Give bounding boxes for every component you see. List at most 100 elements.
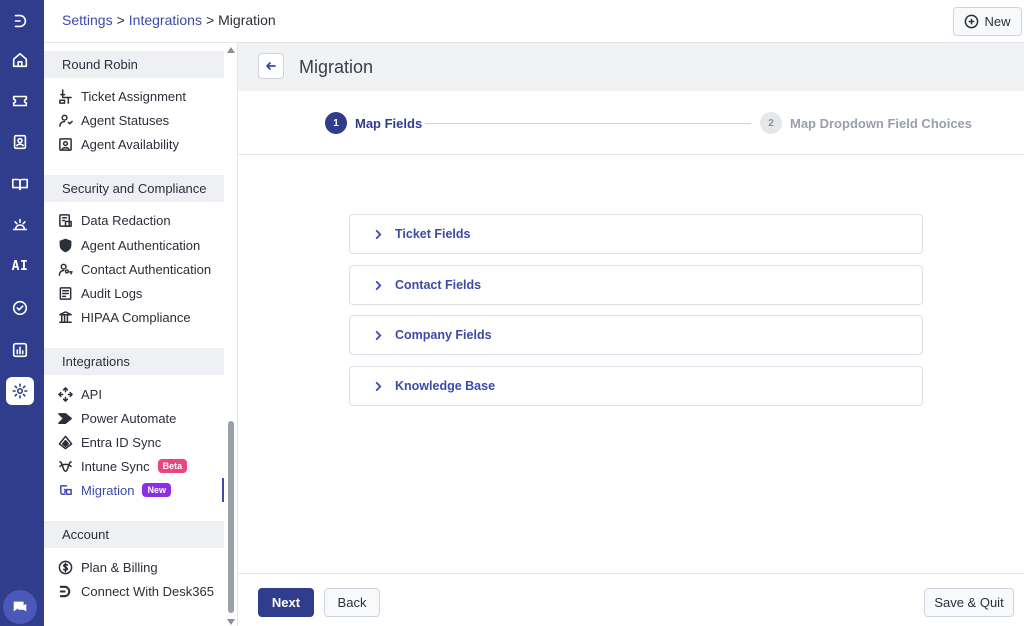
icon-rail: AI <box>0 0 44 626</box>
sidebar-item-label: Connect With Desk365 <box>81 583 214 599</box>
sidebar-item-plan-billing[interactable]: Plan & Billing <box>58 556 228 578</box>
footer-bar: Next Back Save & Quit <box>238 573 1024 626</box>
step-label: Map Dropdown Field Choices <box>790 115 973 131</box>
active-item-indicator <box>222 478 224 502</box>
survey-icon[interactable] <box>6 211 34 239</box>
chat-support-icon[interactable] <box>3 590 37 624</box>
sidebar-item-migration[interactable]: Migration New <box>58 479 228 501</box>
step-map-fields[interactable]: 1 Map Fields <box>325 112 422 134</box>
breadcrumb-separator: > <box>205 12 215 28</box>
settings-gear-icon[interactable] <box>6 377 34 405</box>
accordion-knowledge-base[interactable]: Knowledge Base <box>349 366 923 406</box>
sidebar-item-label: Contact Authentication <box>81 261 212 277</box>
chevron-right-icon <box>375 381 382 391</box>
contacts-icon[interactable] <box>6 128 34 156</box>
sidebar-item-intune-sync[interactable]: Intune Sync Beta <box>58 455 228 477</box>
top-bar: Settings > Integrations > Migration New <box>44 0 1024 43</box>
sidebar-item-label: Agent Statuses <box>81 112 170 128</box>
power-automate-icon <box>58 412 72 424</box>
chevron-right-icon <box>375 330 382 340</box>
breadcrumb-settings[interactable]: Settings <box>62 12 113 28</box>
scroll-down-arrow-icon[interactable] <box>227 619 235 625</box>
sidebar-item-api[interactable]: API <box>58 383 228 405</box>
sidebar-item-connect-desk365[interactable]: Connect With Desk365 <box>58 580 228 602</box>
sidebar-item-hipaa-compliance[interactable]: HIPAA Compliance <box>58 306 228 328</box>
sidebar-item-label: Data Redaction <box>81 212 171 228</box>
sidebar-item-entra-id-sync[interactable]: Entra ID Sync <box>58 431 228 453</box>
accordion-company-fields[interactable]: Company Fields <box>349 315 923 355</box>
shield-icon <box>59 238 72 252</box>
accordion-label: Knowledge Base <box>395 379 496 393</box>
accordion-label: Contact Fields <box>395 278 482 292</box>
institution-icon <box>59 310 72 323</box>
entra-icon <box>58 435 73 449</box>
sidebar-item-data-redaction[interactable]: Data Redaction <box>58 209 228 231</box>
tasks-icon[interactable] <box>6 294 34 322</box>
accordion-contact-fields[interactable]: Contact Fields <box>349 265 923 305</box>
new-button-label: New <box>984 14 1011 29</box>
migration-stepper: 1 Map Fields 2 Map Dropdown Field Choice… <box>238 91 1024 155</box>
reports-icon[interactable] <box>6 336 34 364</box>
ticket-icon[interactable] <box>6 87 34 115</box>
user-key-icon <box>58 263 73 276</box>
desk365-logo-icon <box>59 585 71 597</box>
accordion-label: Ticket Fields <box>395 227 471 241</box>
dollar-icon <box>58 560 73 574</box>
sidebar-item-label: API <box>81 386 102 402</box>
audit-log-icon <box>59 286 72 300</box>
sidebar-item-label: Entra ID Sync <box>81 434 162 450</box>
new-button[interactable]: New <box>953 7 1022 36</box>
step-connector <box>425 123 751 124</box>
sidebar-item-power-automate[interactable]: Power Automate <box>58 407 228 429</box>
sidebar-item-label: Agent Availability <box>81 136 180 152</box>
section-header-round-robin: Round Robin <box>44 51 224 78</box>
sidebar-scrollbar[interactable] <box>227 47 235 625</box>
save-quit-button[interactable]: Save & Quit <box>924 588 1014 617</box>
accordion-label: Company Fields <box>395 328 492 342</box>
ai-icon[interactable]: AI <box>6 252 34 280</box>
back-button[interactable]: Back <box>324 588 380 617</box>
sidebar-item-label: Agent Authentication <box>81 237 201 253</box>
agent-status-icon <box>59 114 73 127</box>
accordion-ticket-fields[interactable]: Ticket Fields <box>349 214 923 254</box>
step-map-dropdown-choices[interactable]: 2 Map Dropdown Field Choices <box>760 112 972 134</box>
arrow-left-icon <box>266 62 276 70</box>
sidebar-item-label: Ticket Assignment <box>81 88 187 104</box>
settings-sidebar: Round Robin Ticket Assignment Agent Stat… <box>44 43 238 626</box>
chevron-right-icon <box>375 229 382 239</box>
home-icon[interactable] <box>6 46 34 74</box>
migration-icon <box>60 484 72 495</box>
plus-circle-icon <box>965 14 979 29</box>
sidebar-item-ticket-assignment[interactable]: Ticket Assignment <box>58 85 228 107</box>
intune-icon <box>59 460 72 472</box>
sidebar-item-contact-authentication[interactable]: Contact Authentication <box>58 258 228 280</box>
sidebar-item-agent-authentication[interactable]: Agent Authentication <box>58 234 228 256</box>
section-header-account: Account <box>44 521 224 548</box>
main-content: Migration 1 Map Fields 2 Map Dropdown Fi… <box>238 43 1024 626</box>
sidebar-item-agent-statuses[interactable]: Agent Statuses <box>58 109 228 131</box>
redaction-icon <box>59 213 72 227</box>
section-header-integrations: Integrations <box>44 348 224 375</box>
scrollbar-thumb[interactable] <box>228 421 234 613</box>
step-label: Map Fields <box>355 115 423 131</box>
step-number: 1 <box>325 112 347 134</box>
scroll-up-arrow-icon[interactable] <box>227 47 235 53</box>
sidebar-item-label: HIPAA Compliance <box>81 309 191 325</box>
sidebar-item-agent-availability[interactable]: Agent Availability <box>58 133 228 155</box>
section-header-security: Security and Compliance <box>44 175 224 202</box>
knowledge-base-icon[interactable] <box>6 170 34 198</box>
sidebar-item-label: Power Automate <box>81 410 177 426</box>
back-arrow-button[interactable] <box>258 53 284 79</box>
breadcrumb-separator: > <box>116 12 125 28</box>
breadcrumb-integrations[interactable]: Integrations <box>129 12 202 28</box>
page-header: Migration <box>238 43 1024 91</box>
breadcrumb: Settings > Integrations > Migration <box>62 12 276 28</box>
sidebar-item-label: Intune Sync <box>81 458 150 474</box>
breadcrumb-migration: Migration <box>218 12 276 28</box>
sidebar-item-label: Migration <box>81 482 135 498</box>
ticket-assignment-icon <box>59 88 72 104</box>
next-button[interactable]: Next <box>258 588 314 617</box>
api-icon <box>58 386 73 402</box>
sidebar-item-audit-logs[interactable]: Audit Logs <box>58 282 228 304</box>
desk365-logo-icon[interactable] <box>6 7 34 35</box>
